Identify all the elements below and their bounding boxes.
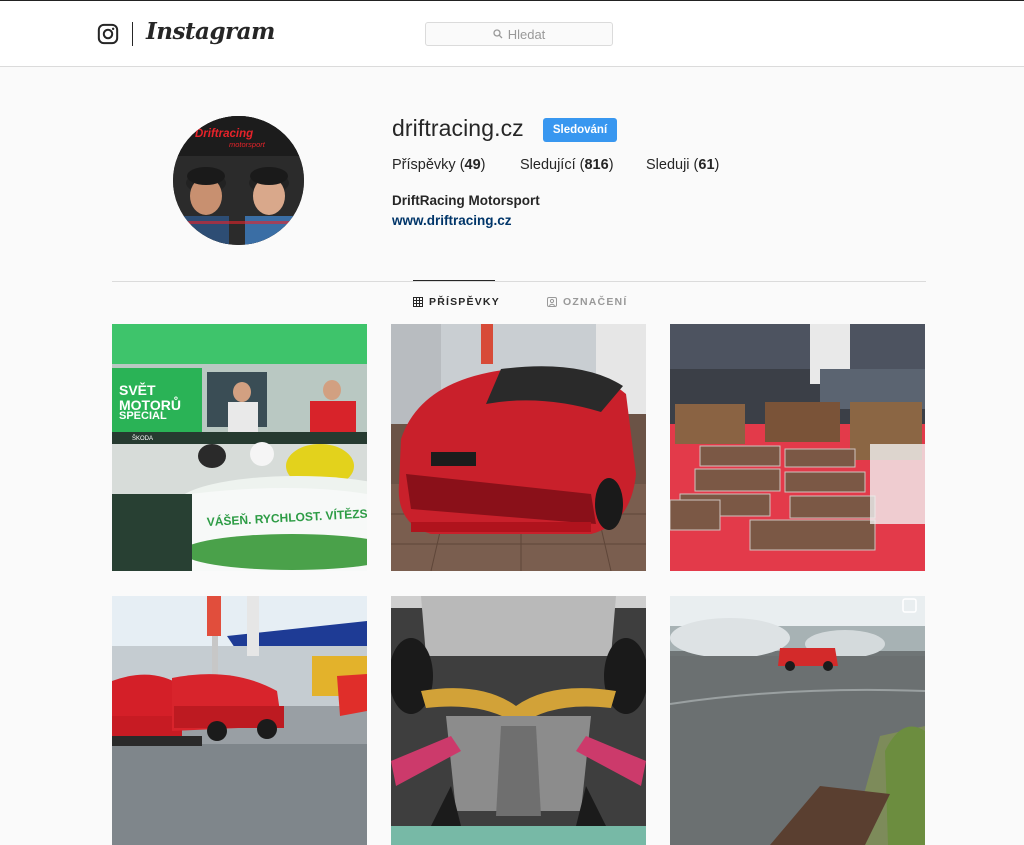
car-underside-photo — [391, 596, 646, 845]
tagged-person-icon — [547, 297, 557, 307]
tv-skoda-small: ŠKODA — [132, 435, 153, 442]
tab-tagged[interactable]: OZNAČENÍ — [547, 296, 627, 308]
instagram-wordmark[interactable]: Instagram — [146, 18, 275, 45]
following-button[interactable]: Sledování — [543, 118, 617, 142]
tv-sign-line-3: SPECIAL — [119, 410, 167, 422]
profile-website-link[interactable]: www.driftracing.cz — [392, 213, 512, 228]
top-nav: Instagram Hledat — [0, 1, 1024, 67]
stat-following[interactable]: Sleduji (61) — [646, 157, 719, 173]
active-tab-indicator — [413, 280, 495, 281]
tabs-divider — [112, 281, 926, 282]
red-bmw-photo — [391, 324, 646, 571]
chocolate-photo — [670, 324, 925, 571]
avatar-logo-text: Driftracing — [195, 128, 253, 140]
profile-avatar[interactable]: Driftracing motorsport — [173, 116, 304, 245]
logo-divider — [132, 22, 133, 46]
svg-text:motorsport: motorsport — [229, 140, 266, 149]
post-thumbnail-tv-studio[interactable]: SVĚT MOTORŮ SPECIAL ŠKODA VÁŠEŇ. RYCHLOS… — [112, 324, 367, 571]
race-paddock-photo — [112, 596, 367, 845]
profile-username: driftracing.cz — [392, 115, 524, 141]
post-thumbnail-chocolate[interactable] — [670, 324, 925, 571]
post-thumbnail-drift-smoke[interactable] — [670, 596, 925, 845]
search-input[interactable]: Hledat — [425, 22, 613, 46]
post-thumbnail-car-underside[interactable] — [391, 596, 646, 845]
stat-posts: Příspěvky (49) — [392, 157, 486, 173]
drift-smoke-photo — [670, 596, 925, 845]
tab-tagged-label: OZNAČENÍ — [563, 296, 628, 308]
grid-icon — [413, 297, 423, 307]
search-placeholder: Hledat — [507, 26, 546, 42]
tab-posts-label: PŘÍSPĚVKY — [429, 296, 500, 308]
avatar-image: Driftracing motorsport — [173, 116, 304, 245]
tab-posts[interactable]: PŘÍSPĚVKY — [413, 296, 500, 308]
profile-full-name: DriftRacing Motorsport — [392, 193, 540, 208]
search-icon — [493, 29, 503, 39]
tv-studio-photo: SVĚT MOTORŮ SPECIAL ŠKODA VÁŠEŇ. RYCHLOS… — [112, 324, 367, 571]
post-thumbnail-race-paddock[interactable] — [112, 596, 367, 845]
stat-followers[interactable]: Sledující (816) — [520, 157, 646, 173]
instagram-camera-icon[interactable] — [97, 23, 119, 45]
post-thumbnail-red-bmw[interactable] — [391, 324, 646, 571]
tv-sign-line-1: SVĚT — [119, 381, 156, 398]
profile-stats: Příspěvky (49) Sledující (816) Sleduji (… — [392, 157, 719, 173]
